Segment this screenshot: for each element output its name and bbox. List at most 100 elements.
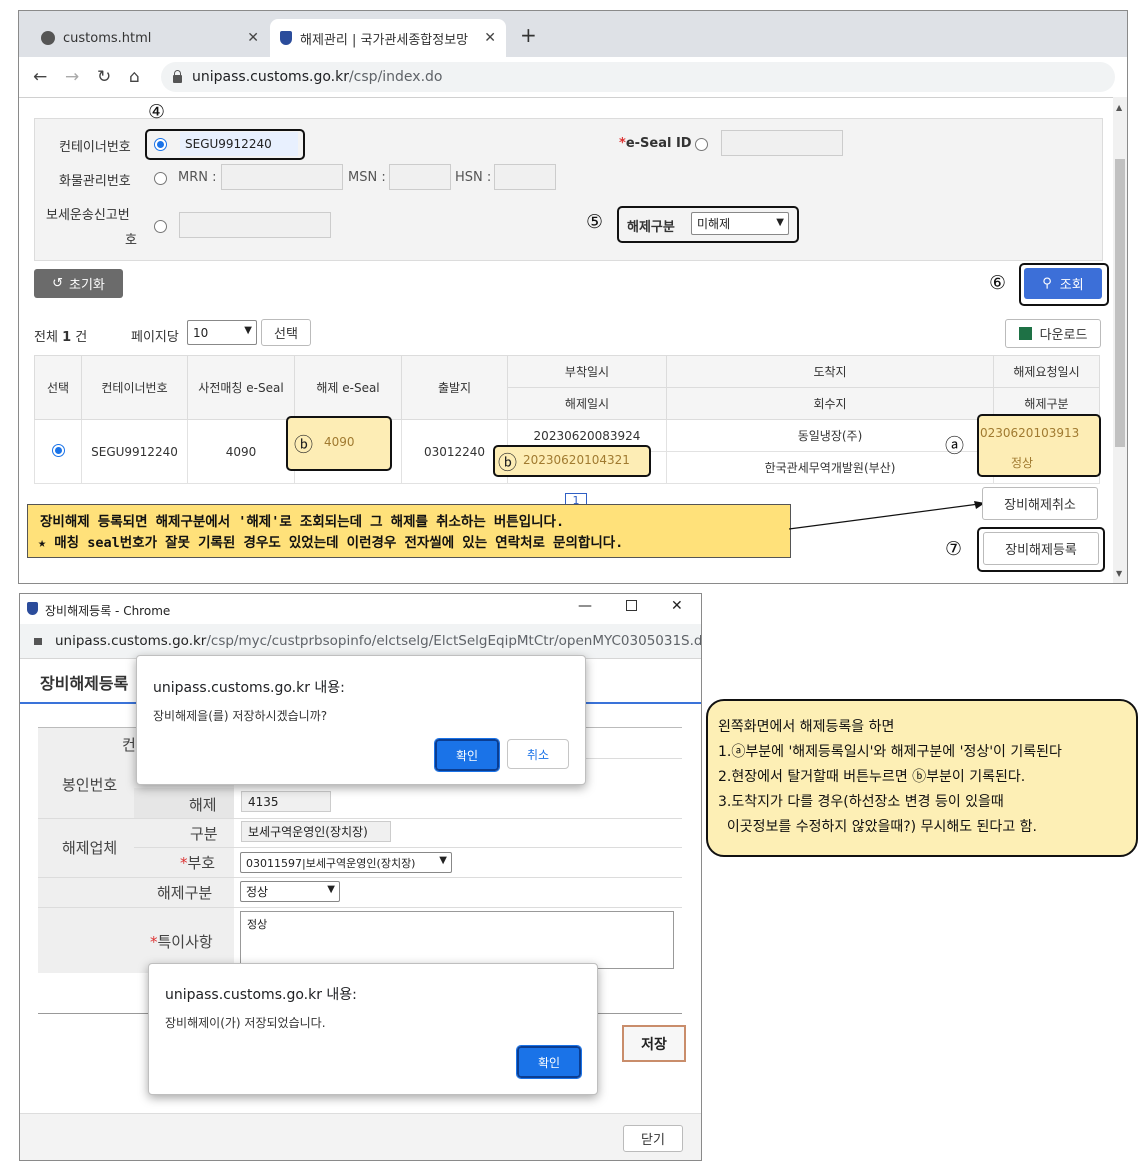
chevron-down-icon: ▼	[327, 884, 335, 895]
hsn-input[interactable]	[494, 164, 556, 190]
release-type-label: 해제구분	[627, 220, 675, 235]
shield-icon	[280, 31, 292, 45]
annotation-6: ⑥	[989, 272, 1007, 294]
bonded-label: 보세운송신고번	[46, 208, 130, 223]
home-icon[interactable]: ⌂	[129, 67, 140, 87]
url-host: unipass.customs.go.kr	[192, 69, 349, 85]
required-mark: *	[619, 136, 626, 151]
msn-input[interactable]	[389, 164, 451, 190]
popup-title: 장비해제등록 - Chrome	[45, 604, 171, 618]
close-button[interactable]: 닫기	[623, 1125, 683, 1152]
col-release-eseal: 해제 e-Seal	[294, 355, 402, 420]
dialog-message: 장비해제을(를) 저장하시겠습니까?	[153, 709, 328, 723]
side-note-line-5: 이곳정보를 수정하지 않았을때?) 무시해도 된다고 함.	[718, 819, 1037, 835]
popup-heading: 장비해제등록	[40, 674, 129, 693]
scrollbar[interactable]: ▲ ▼	[1113, 97, 1127, 583]
eseal-radio[interactable]	[695, 138, 708, 151]
total-count: 전체 1 건	[34, 330, 88, 345]
alert-ok-button[interactable]: 확인	[516, 1045, 582, 1079]
shield-icon	[27, 602, 38, 615]
new-tab-button[interactable]: +	[520, 23, 537, 47]
close-tab-icon[interactable]: ✕	[247, 30, 259, 46]
company-label: 해제업체	[62, 839, 118, 857]
forward-icon[interactable]: →	[65, 67, 79, 87]
release-type-select[interactable]: 정상 ▼	[240, 881, 340, 902]
side-note-line-2: 1.ⓐ부분에 '해제등록일시'와 해제구분에 '정상'이 기록된다	[718, 744, 1062, 760]
note-line-1: 장비해제 등록되면 해제구분에서 '해제'로 조회되는데 그 해제를 취소하는 …	[40, 514, 565, 530]
minimize-icon[interactable]: —	[578, 598, 592, 614]
note-line-2: ★ 매칭 seal번호가 잘못 기록된 경우도 있었는데 이런경우 전자씰에 있…	[38, 535, 624, 551]
row-radio-cell[interactable]	[34, 419, 82, 484]
tab-label: 해제관리 | 국가관세종합정보망	[300, 32, 469, 48]
confirm-ok-button[interactable]: 확인	[434, 738, 500, 772]
col-select: 선택	[34, 355, 82, 420]
cell-origin: 03012240	[401, 419, 508, 484]
chevron-down-icon: ▼	[244, 325, 252, 336]
register-release-button[interactable]: 장비해제등록	[983, 532, 1099, 565]
chevron-down-icon: ▼	[776, 217, 784, 228]
scroll-thumb[interactable]	[1115, 159, 1125, 447]
remark-label: 특이사항	[157, 933, 213, 951]
close-icon[interactable]: ✕	[671, 598, 683, 614]
cell-pre-eseal: 4090	[187, 419, 295, 484]
release-label: 해제	[189, 796, 217, 814]
container-label: 컨	[122, 736, 136, 754]
reset-button[interactable]: ↺ 초기화	[34, 269, 123, 298]
req-time-value: 0230620103913	[980, 426, 1080, 440]
save-button[interactable]: 저장	[622, 1025, 686, 1062]
popup-url-path: /csp/myc/custprbsopinfo/elctselg/ElctSel…	[206, 633, 702, 649]
highlight-req-type: 0230620103913 정상	[977, 414, 1101, 477]
back-icon[interactable]: ←	[33, 67, 47, 87]
cancel-release-button[interactable]: 장비해제취소	[982, 487, 1098, 520]
alert-dialog: unipass.customs.go.kr 내용: 장비해제이(가) 저장되었습…	[148, 963, 598, 1095]
col-arrive-time: 부착일시	[507, 355, 667, 388]
container-radio[interactable]	[154, 138, 167, 151]
mrn-label: MRN :	[178, 170, 217, 185]
popup-urlbar[interactable]: unipass.customs.go.kr/csp/myc/custprbsop…	[20, 624, 701, 659]
close-tab-icon[interactable]: ✕	[484, 30, 496, 46]
tab-release-management[interactable]: 해제관리 | 국가관세종합정보망 ✕	[270, 19, 506, 57]
dialog-title: unipass.customs.go.kr 내용:	[153, 680, 345, 696]
remark-textarea[interactable]: 정상	[240, 911, 674, 969]
highlight-release-time: ⓑ 20230620104321	[493, 445, 651, 477]
search-panel: 컨테이너번호 SEGU9912240 *e-Seal ID 화물관리번호 MRN…	[34, 118, 1103, 261]
per-page-select[interactable]: 10 ▼	[187, 320, 257, 345]
code-label: 부호	[187, 854, 216, 872]
mrn-input[interactable]	[221, 164, 343, 190]
reload-icon[interactable]: ↻	[97, 67, 111, 87]
side-note: 왼쪽화면에서 해제등록을 하면 1.ⓐ부분에 '해제등록일시'와 해제구분에 '…	[706, 699, 1138, 857]
release-type-value: 정상	[1011, 456, 1034, 470]
bonded-radio[interactable]	[154, 220, 167, 233]
scroll-up-icon[interactable]: ▲	[1116, 103, 1122, 112]
cell-container: SEGU9912240	[81, 419, 188, 484]
select-button[interactable]: 선택	[261, 319, 311, 346]
annotation-7: ⑦	[945, 538, 963, 560]
address-toolbar: ← → ↻ ⌂ unipass.customs.go.kr/csp/index.…	[19, 57, 1127, 98]
container-input[interactable]: SEGU9912240	[180, 132, 298, 156]
scroll-down-icon[interactable]: ▼	[1116, 569, 1122, 578]
url-bar[interactable]: unipass.customs.go.kr/csp/index.do	[161, 62, 1115, 92]
maximize-icon[interactable]	[626, 600, 637, 611]
eseal-input[interactable]	[721, 130, 843, 156]
annotation-4: ④	[148, 101, 166, 123]
tab-customs-html[interactable]: customs.html ✕	[31, 19, 269, 57]
release-type-select[interactable]: 미해제 ▼	[691, 212, 789, 235]
side-note-line-1: 왼쪽화면에서 해제등록을 하면	[718, 719, 895, 735]
download-button[interactable]: 다운로드	[1005, 319, 1101, 348]
hsn-label: HSN :	[455, 170, 492, 185]
bonded-input[interactable]	[179, 212, 331, 238]
code-select[interactable]: 03011597|보세구역운영인(장치장) ▼	[240, 852, 452, 873]
row-radio[interactable]	[51, 443, 65, 457]
annotation-5: ⑤	[586, 211, 604, 233]
confirm-cancel-button[interactable]: 취소	[507, 739, 569, 769]
query-button[interactable]: ⚲ 조회	[1024, 268, 1102, 299]
highlight-release-eseal: ⓑ 4090	[286, 416, 392, 471]
dialog-message: 장비해제이(가) 저장되었습니다.	[165, 1016, 326, 1030]
type-input[interactable]: 보세구역운영인(장치장)	[241, 821, 391, 842]
col-pre-eseal: 사전매칭 e-Seal	[187, 355, 295, 420]
cargo-radio[interactable]	[154, 172, 167, 185]
release-seal-input[interactable]: 4135	[241, 791, 331, 812]
annotation-b2: ⓑ	[498, 452, 518, 474]
col-recovery: 회수지	[666, 387, 994, 420]
col-container: 컨테이너번호	[81, 355, 188, 420]
